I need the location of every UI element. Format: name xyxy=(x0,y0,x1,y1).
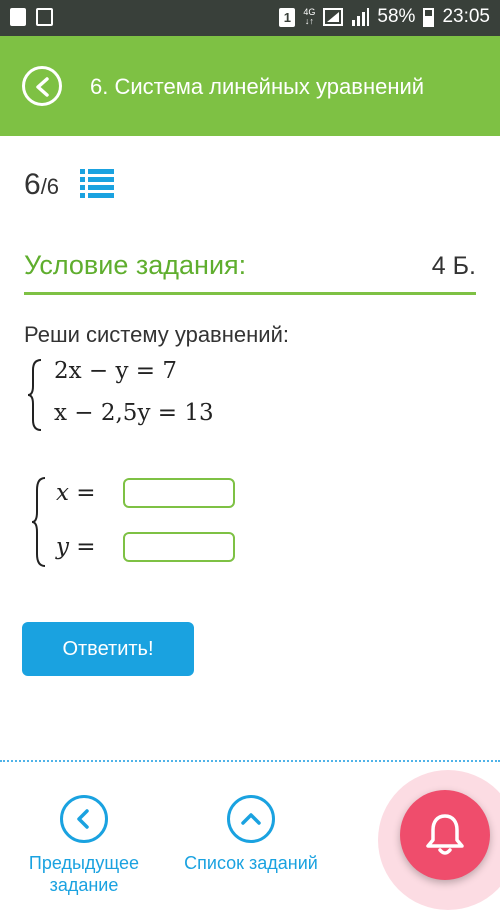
y-label: y = xyxy=(56,534,96,560)
previous-task-button[interactable] xyxy=(60,795,108,843)
clock: 23:05 xyxy=(442,6,490,27)
notifications-button[interactable] xyxy=(400,790,490,880)
points-value: 4 Б. xyxy=(431,252,476,280)
app-header: 6. Система линейных уравнений xyxy=(0,36,500,136)
equation-1: 2x − y = 7 xyxy=(54,358,178,384)
bell-icon xyxy=(426,814,464,855)
system-brace xyxy=(27,359,42,431)
x-answer-input[interactable] xyxy=(123,478,235,508)
submit-button[interactable]: Ответить! xyxy=(22,622,194,676)
bottom-divider xyxy=(0,760,500,762)
x-label: x = xyxy=(56,480,96,506)
chevron-up-icon xyxy=(241,813,261,825)
page-title: 6. Система линейных уравнений xyxy=(90,74,425,99)
chevron-left-icon xyxy=(77,809,89,829)
recycle-icon xyxy=(36,8,53,26)
divider xyxy=(24,292,476,295)
sim-icon: 1 xyxy=(279,7,296,27)
equation-2: x − 2,5y = 13 xyxy=(54,400,214,426)
previous-task-label[interactable]: Предыдущее задание xyxy=(9,852,159,896)
chevron-left-icon xyxy=(36,77,49,97)
task-list-icon[interactable] xyxy=(80,168,114,198)
network-indicator: 4G ↓↑ xyxy=(303,7,316,26)
battery-percent: 58% xyxy=(377,6,416,27)
notification-icon xyxy=(10,8,26,26)
task-list-label[interactable]: Список заданий xyxy=(176,852,326,874)
signal-bars-icon xyxy=(352,8,370,26)
task-prompt: Реши систему уравнений: xyxy=(24,322,289,347)
back-button[interactable] xyxy=(22,66,62,106)
signal-icon xyxy=(323,8,344,26)
total-tasks: /6 xyxy=(40,174,60,199)
network-type: 4G xyxy=(303,7,316,17)
section-title: Условие задания: xyxy=(24,250,247,280)
answer-brace xyxy=(31,477,46,567)
y-answer-input[interactable] xyxy=(123,532,235,562)
task-list-button[interactable] xyxy=(227,795,275,843)
task-counter: 6/6 xyxy=(24,168,59,202)
current-task: 6 xyxy=(24,168,41,201)
status-bar: 1 4G ↓↑ 58% 23:05 xyxy=(0,0,500,36)
battery-icon xyxy=(423,7,435,27)
